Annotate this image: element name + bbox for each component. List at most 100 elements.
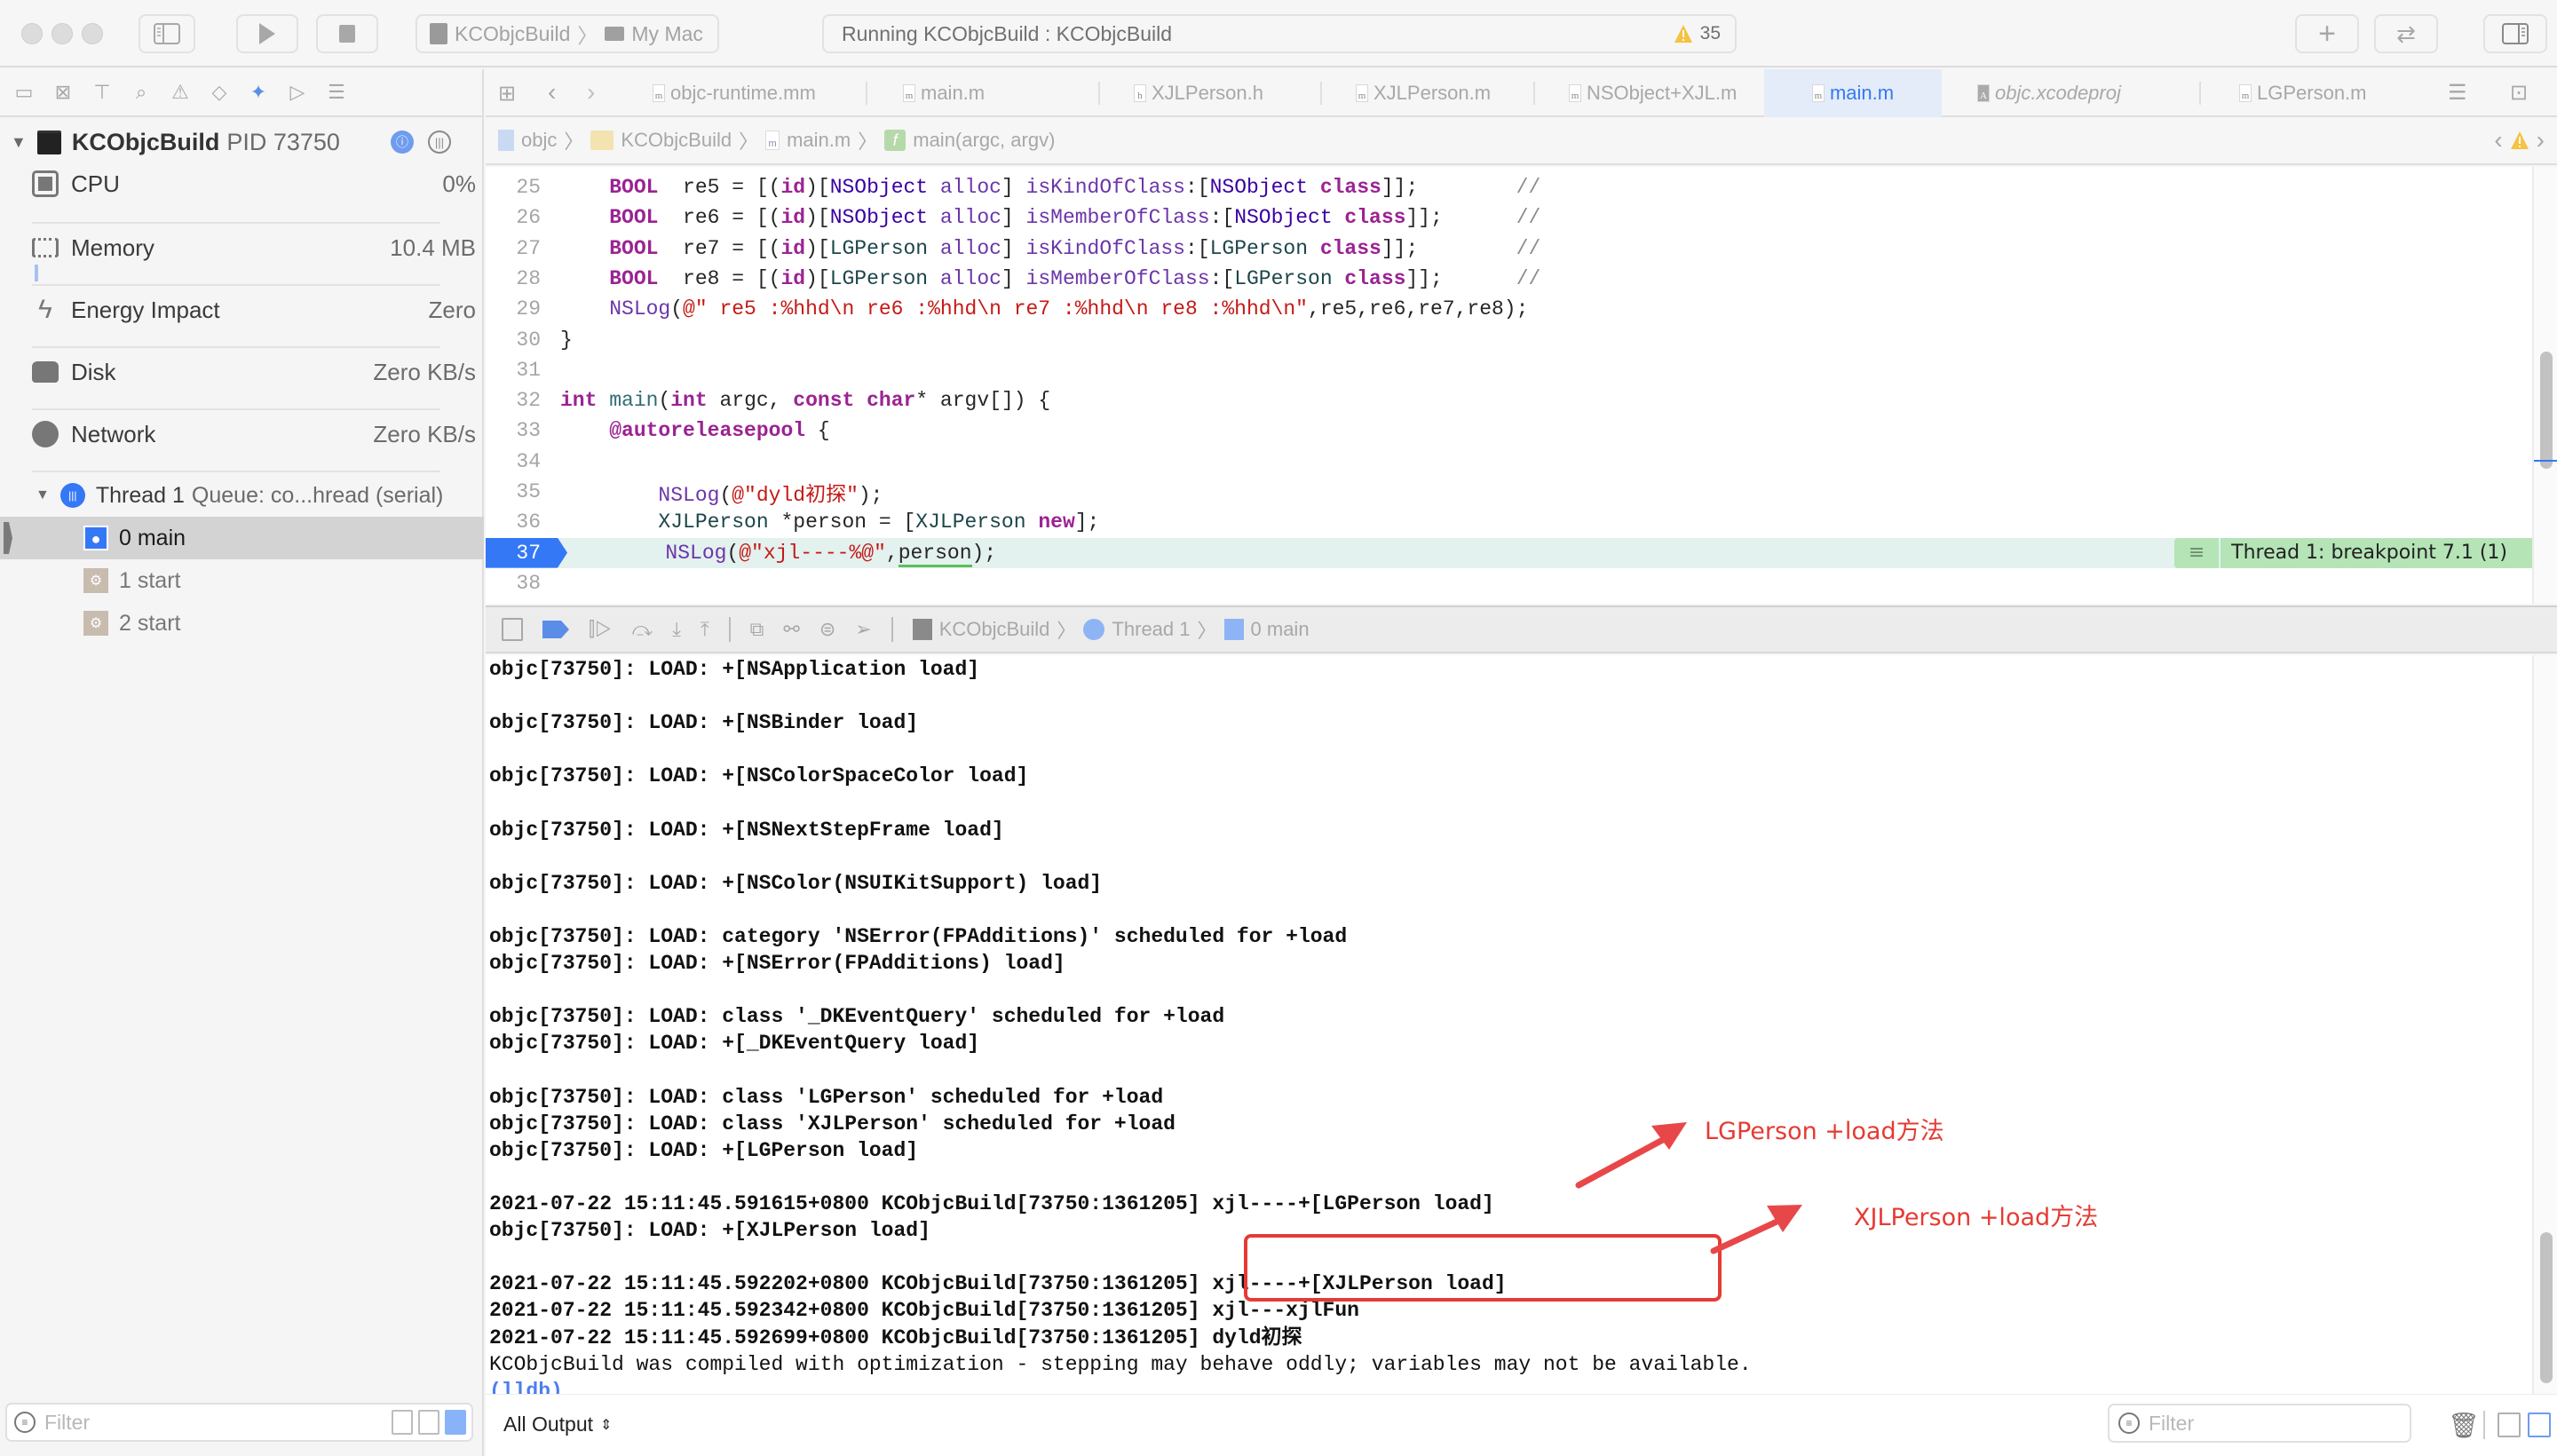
code-line[interactable]: 30} — [486, 325, 2532, 355]
line-number[interactable]: 34 — [486, 450, 553, 473]
scrollbar-thumb[interactable] — [2540, 1232, 2553, 1383]
grid-icon[interactable]: ⊞ — [498, 81, 516, 107]
navigator-filter-input[interactable]: ≡ Filter — [5, 1403, 473, 1442]
warning-icon[interactable]: ⚠ — [169, 80, 192, 105]
disclosure-triangle-icon[interactable]: ▼ — [11, 133, 27, 152]
jumpbar-item[interactable]: main.m — [787, 129, 851, 152]
stack-frame-row[interactable]: ● 0 main — [0, 517, 484, 559]
source-control-icon[interactable]: ⊠ — [51, 80, 75, 105]
gauge-disk[interactable]: Disk Zero KB/s — [32, 341, 476, 403]
debug-crumb[interactable]: KCObjcBuild — [939, 618, 1050, 641]
code-line[interactable]: 37 NSLog(@"xjl----%@",person); ≡ Thread 1:… — [486, 537, 2532, 568]
code-review-button[interactable]: ⇄ — [2374, 14, 2438, 53]
navigator-toggle-button[interactable] — [139, 14, 195, 53]
step-over-icon[interactable]: ⤼ — [632, 618, 653, 641]
zoom-window-button[interactable] — [82, 23, 103, 44]
debug-crumb[interactable]: 0 main — [1251, 618, 1310, 641]
code-line[interactable]: 34 — [486, 447, 2532, 477]
simulate-location-icon[interactable]: ➢ — [855, 618, 871, 641]
scheme-selector[interactable]: KCObjcBuild 〉 My Mac — [416, 14, 719, 53]
stack-frame-row[interactable]: ⚙ 2 start — [0, 602, 484, 645]
inspector-toggle-button[interactable] — [2483, 14, 2547, 53]
gauge-toggle-icon[interactable]: ⓘ — [391, 131, 414, 154]
breakpoint-icon[interactable]: ▷ — [286, 80, 309, 105]
next-issue-icon[interactable]: › — [2537, 126, 2545, 154]
output-selector[interactable]: All Output ⇕ — [503, 1412, 612, 1436]
report-icon[interactable]: ☰ — [325, 80, 348, 105]
console-output[interactable]: objc[73750]: LOAD: +[NSApplication load]… — [486, 655, 2532, 1403]
gauge-network[interactable]: Network Zero KB/s — [32, 403, 476, 465]
view-by-thread-icon[interactable] — [445, 1410, 466, 1435]
gauge-cpu[interactable]: CPU 0% — [32, 153, 476, 215]
line-number[interactable]: 36 — [486, 510, 553, 534]
hide-debug-area-icon[interactable] — [502, 618, 523, 641]
console-filter-input[interactable]: ≡ Filter — [2108, 1404, 2411, 1443]
debug-crumb[interactable]: Thread 1 — [1112, 618, 1190, 641]
source-editor[interactable]: 25 BOOL re5 = [(id)[NSObject alloc] isKi… — [486, 167, 2532, 604]
tab-main-m[interactable]: m main.m — [1764, 69, 1942, 117]
code-line[interactable]: 32 int main(int argc, const char* argv[])… — [486, 385, 2532, 415]
breakpoint-line-number[interactable]: 37 — [486, 537, 567, 568]
trash-icon[interactable]: 🗑 — [2448, 1411, 2480, 1440]
tab-xjlperson-h[interactable]: h XJLPerson.h — [1116, 69, 1320, 117]
environment-overrides-icon[interactable]: ⊜ — [819, 618, 835, 641]
line-number[interactable]: 38 — [486, 572, 553, 595]
line-number[interactable]: 33 — [486, 419, 553, 442]
library-button[interactable]: + — [2295, 14, 2359, 53]
minimize-window-button[interactable] — [51, 23, 73, 44]
back-icon[interactable]: ‹ — [548, 78, 556, 107]
hierarchy-icon[interactable]: ⊤ — [91, 80, 114, 105]
jumpbar-item[interactable]: objc — [521, 129, 557, 152]
line-number[interactable]: 25 — [486, 176, 553, 199]
step-into-icon[interactable]: ⤓ — [672, 618, 681, 641]
thread-toggle-icon[interactable]: ||| — [428, 131, 451, 154]
menu-icon[interactable]: ≡ — [2174, 537, 2220, 568]
previous-issue-icon[interactable]: ‹ — [2494, 126, 2502, 154]
search-icon[interactable]: ⌕ — [130, 80, 153, 105]
editor-scrollbar[interactable] — [2532, 167, 2557, 604]
line-number[interactable]: 28 — [486, 267, 553, 290]
continue-icon[interactable]: ⫿▷ — [589, 618, 613, 641]
debug-icon[interactable]: ✦ — [247, 80, 270, 105]
line-number[interactable]: 29 — [486, 297, 553, 320]
line-number[interactable]: 26 — [486, 206, 553, 229]
tab-xjlperson-m[interactable]: m XJLPerson.m — [1338, 69, 1533, 117]
warning-badge[interactable]: 35 — [1674, 23, 1721, 44]
disclosure-triangle-icon[interactable]: ▼ — [36, 487, 50, 503]
warning-icon[interactable] — [2510, 131, 2529, 150]
line-number[interactable]: 30 — [486, 328, 553, 352]
code-line[interactable]: 31 — [486, 355, 2532, 385]
console-scrollbar[interactable] — [2532, 655, 2557, 1394]
show-console-icon[interactable] — [2528, 1412, 2551, 1437]
tab-main-m[interactable]: m main.m — [885, 69, 1098, 117]
code-line[interactable]: 28 BOOL re8 = [(id)[LGPerson alloc] isMe… — [486, 264, 2532, 294]
line-number[interactable]: 35 — [486, 480, 553, 503]
thread-row[interactable]: ▼ ||| Thread 1 Queue: co...hread (serial… — [0, 474, 484, 517]
jumpbar-item[interactable]: KCObjcBuild — [621, 129, 732, 152]
tab-objc-xcodeproj[interactable]: Aobjc.xcodeproj — [1959, 69, 2199, 117]
stack-frame-row[interactable]: ⚙ 1 start — [0, 559, 484, 602]
tab-lgperson-m[interactable]: m LGPerson.m — [2221, 69, 2417, 117]
gauge-energy[interactable]: ϟ Energy Impact Zero — [32, 279, 476, 341]
code-line[interactable]: 27 BOOL re7 = [(id)[LGPerson alloc] isKi… — [486, 233, 2532, 264]
tab-nsobject-xjl-m[interactable]: m NSObject+XJL.m — [1551, 69, 1764, 117]
memory-graph-icon[interactable]: ⚯ — [783, 618, 799, 641]
test-icon[interactable]: ◇ — [208, 80, 231, 105]
view-hierarchy-icon[interactable]: ⧉ — [750, 618, 764, 641]
tab-objc-runtime-mm[interactable]: m objc-runtime.mm — [635, 69, 866, 117]
folder-icon[interactable]: ▭ — [12, 80, 36, 105]
line-number[interactable]: 31 — [486, 359, 553, 382]
add-editor-icon[interactable]: ⊡ — [2510, 80, 2528, 106]
code-line[interactable]: 38 — [486, 568, 2532, 598]
code-line[interactable]: 29 NSLog(@" re5 :%hhd\n re6 :%hhd\n re7 … — [486, 294, 2532, 324]
scrollbar-thumb[interactable] — [2540, 352, 2553, 469]
step-out-icon[interactable]: ⤒ — [701, 618, 709, 641]
show-variables-icon[interactable] — [2498, 1412, 2521, 1437]
code-line[interactable]: 26 BOOL re6 = [(id)[NSObject alloc] isMe… — [486, 202, 2532, 233]
line-number[interactable]: 32 — [486, 389, 553, 412]
line-number[interactable]: 27 — [486, 237, 553, 260]
code-line[interactable]: 33 @autoreleasepool { — [486, 415, 2532, 446]
close-window-button[interactable] — [21, 23, 43, 44]
editor-options-icon[interactable]: ☰ — [2448, 80, 2467, 106]
stop-button[interactable] — [316, 14, 378, 53]
